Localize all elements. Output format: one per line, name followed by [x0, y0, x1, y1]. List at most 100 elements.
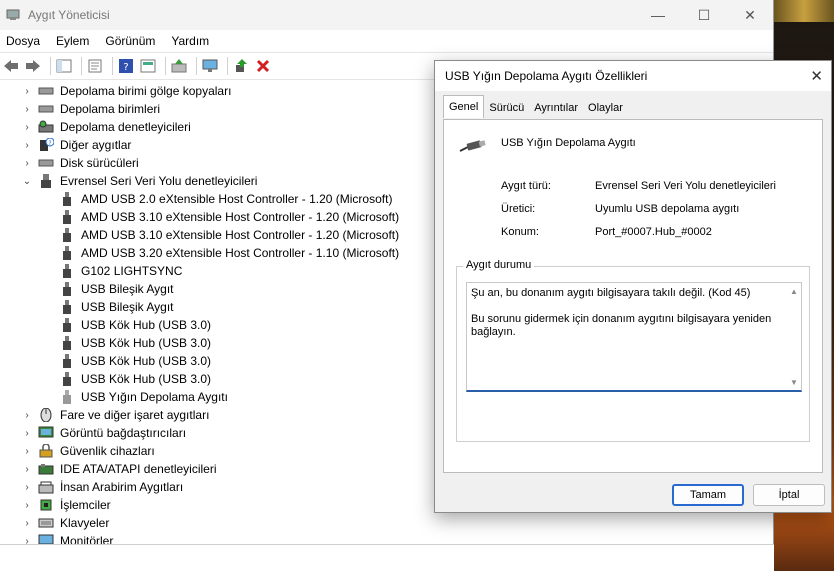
menu-gorunum[interactable]: Görünüm: [105, 34, 155, 48]
tab-olaylar[interactable]: Olaylar: [583, 97, 628, 118]
usb-icon: [63, 318, 71, 332]
chevron-right-icon[interactable]: ›: [20, 158, 34, 169]
chevron-right-icon[interactable]: ›: [20, 464, 34, 475]
chevron-right-icon[interactable]: ›: [20, 428, 34, 439]
prop-label-location: Konum:: [501, 226, 539, 238]
view-icon[interactable]: [139, 57, 157, 75]
chevron-right-icon[interactable]: ›: [20, 410, 34, 421]
prop-value-manufacturer: Uyumlu USB depolama aygıtı: [595, 203, 740, 215]
display-adapter-icon: [38, 426, 54, 438]
ok-button[interactable]: Tamam: [672, 484, 744, 506]
usb-icon: [63, 192, 71, 206]
menu-yardim[interactable]: Yardım: [171, 34, 209, 48]
prop-value-type: Evrensel Seri Veri Yolu denetleyicileri: [595, 180, 776, 192]
enable-device-icon[interactable]: [232, 57, 250, 75]
forward-icon[interactable]: [24, 57, 42, 75]
tree-child-label: USB Kök Hub (USB 3.0): [81, 318, 212, 332]
tree-child-label: USB Bileşik Aygıt: [81, 282, 174, 296]
tree-child-label: AMD USB 3.20 eXtensible Host Controller …: [81, 246, 400, 260]
maximize-button[interactable]: ☐: [681, 0, 727, 30]
help-icon[interactable]: ?: [117, 57, 135, 75]
status-advice: Bu sorunu gidermek için donanım aygıtını…: [471, 313, 772, 338]
properties-dialog: USB Yığın Depolama Aygıtı Özellikleri ✕ …: [434, 60, 832, 513]
usb-plug-icon: [459, 140, 486, 152]
menu-eylem[interactable]: Eylem: [56, 34, 89, 48]
cancel-button[interactable]: İptal: [753, 484, 825, 506]
tree-child-label: USB Bileşik Aygıt: [81, 300, 174, 314]
monitor-icon: [38, 534, 54, 544]
tab-ayrintilar[interactable]: Ayrıntılar: [529, 97, 583, 118]
usb-icon: [63, 210, 71, 224]
toolbar-separator: [165, 57, 166, 75]
back-icon[interactable]: [2, 57, 20, 75]
usb-icon: [63, 228, 71, 242]
unknown-device-icon: ?: [40, 138, 54, 151]
tree-node-label: Evrensel Seri Veri Yolu denetleyicileri: [60, 174, 258, 188]
tree-child-label: USB Kök Hub (USB 3.0): [81, 336, 212, 350]
chevron-right-icon[interactable]: ›: [20, 518, 34, 529]
tree-node[interactable]: › Monitörler: [0, 532, 774, 544]
status-message: Şu an, bu donanım aygıtı bilgisayara tak…: [471, 287, 751, 299]
tree-node-label: Görüntü bağdaştırıcıları: [60, 426, 187, 440]
toolbar-separator: [196, 57, 197, 75]
chevron-right-icon[interactable]: ›: [20, 482, 34, 493]
tree-node-label: Klavyeler: [60, 516, 110, 530]
tab-genel[interactable]: Genel: [443, 95, 485, 118]
chevron-right-icon[interactable]: ›: [20, 536, 34, 545]
usb-icon: [41, 174, 51, 188]
tree-child-label: AMD USB 3.10 eXtensible Host Controller …: [81, 228, 400, 242]
show-hide-tree-icon[interactable]: [55, 57, 73, 75]
minimize-button[interactable]: —: [635, 0, 681, 30]
uninstall-device-icon[interactable]: [254, 57, 272, 75]
chevron-right-icon[interactable]: ›: [20, 500, 34, 511]
tree-node-label: Depolama birimi gölge kopyaları: [60, 84, 232, 98]
prop-label-manufacturer: Üretici:: [501, 203, 536, 215]
tree-node-label: Depolama birimleri: [60, 102, 161, 116]
tree-child-label: G102 LIGHTSYNC: [81, 264, 183, 278]
close-button[interactable]: ✕: [727, 0, 773, 30]
device-status-textbox[interactable]: Şu an, bu donanım aygıtı bilgisayara tak…: [466, 282, 802, 392]
tree-node[interactable]: › Klavyeler: [0, 514, 774, 532]
device-manager-icon: [6, 9, 20, 20]
tree-child-label: USB Yığın Depolama Aygıtı: [81, 390, 228, 404]
device-name: USB Yığın Depolama Aygıtı: [501, 137, 636, 149]
mouse-icon: [40, 408, 52, 422]
window-title: Aygıt Yöneticisi: [28, 8, 110, 22]
menu-dosya[interactable]: Dosya: [6, 34, 40, 48]
scroll-down-icon[interactable]: ▼: [790, 378, 798, 387]
status-scrollbar[interactable]: ▲ ▼: [787, 283, 801, 391]
hid-icon: [38, 481, 54, 494]
drive-icon: [38, 87, 54, 95]
dialog-title: USB Yığın Depolama Aygıtı Özellikleri: [445, 69, 648, 83]
dialog-close-button[interactable]: ✕: [810, 67, 823, 85]
status-bar: [0, 544, 774, 571]
tree-node-label: Depolama denetleyicileri: [60, 120, 191, 134]
tab-surucu[interactable]: Sürücü: [484, 97, 529, 118]
chevron-right-icon[interactable]: ›: [20, 140, 34, 151]
chevron-right-icon[interactable]: ›: [20, 104, 34, 115]
chevron-down-icon[interactable]: ⌄: [20, 176, 34, 187]
title-bar: Aygıt Yöneticisi — ☐ ✕: [0, 0, 773, 30]
toolbar-separator: [50, 57, 51, 75]
usb-icon: [63, 354, 71, 368]
tree-node-label: Diğer aygıtlar: [60, 138, 132, 152]
usb-icon: [63, 372, 71, 386]
processor-icon: [40, 499, 52, 511]
tree-node-label: Güvenlik cihazları: [60, 444, 155, 458]
chevron-right-icon[interactable]: ›: [20, 122, 34, 133]
update-driver-icon[interactable]: [170, 57, 188, 75]
toolbar-separator: [227, 57, 228, 75]
tree-node-label: Disk sürücüleri: [60, 156, 139, 170]
chevron-right-icon[interactable]: ›: [20, 446, 34, 457]
properties-icon[interactable]: [86, 57, 104, 75]
scroll-up-icon[interactable]: ▲: [790, 287, 798, 296]
tree-node-label: Monitörler: [60, 534, 114, 544]
ide-controller-icon: [38, 464, 54, 475]
prop-value-location: Port_#0007.Hub_#0002: [595, 226, 712, 238]
usb-icon: [63, 246, 71, 260]
tree-child-label: USB Kök Hub (USB 3.0): [81, 354, 212, 368]
device-status-label: Aygıt durumu: [463, 259, 535, 271]
scan-hardware-icon[interactable]: [201, 57, 219, 75]
tree-child-label: AMD USB 3.10 eXtensible Host Controller …: [81, 210, 400, 224]
chevron-right-icon[interactable]: ›: [20, 86, 34, 97]
